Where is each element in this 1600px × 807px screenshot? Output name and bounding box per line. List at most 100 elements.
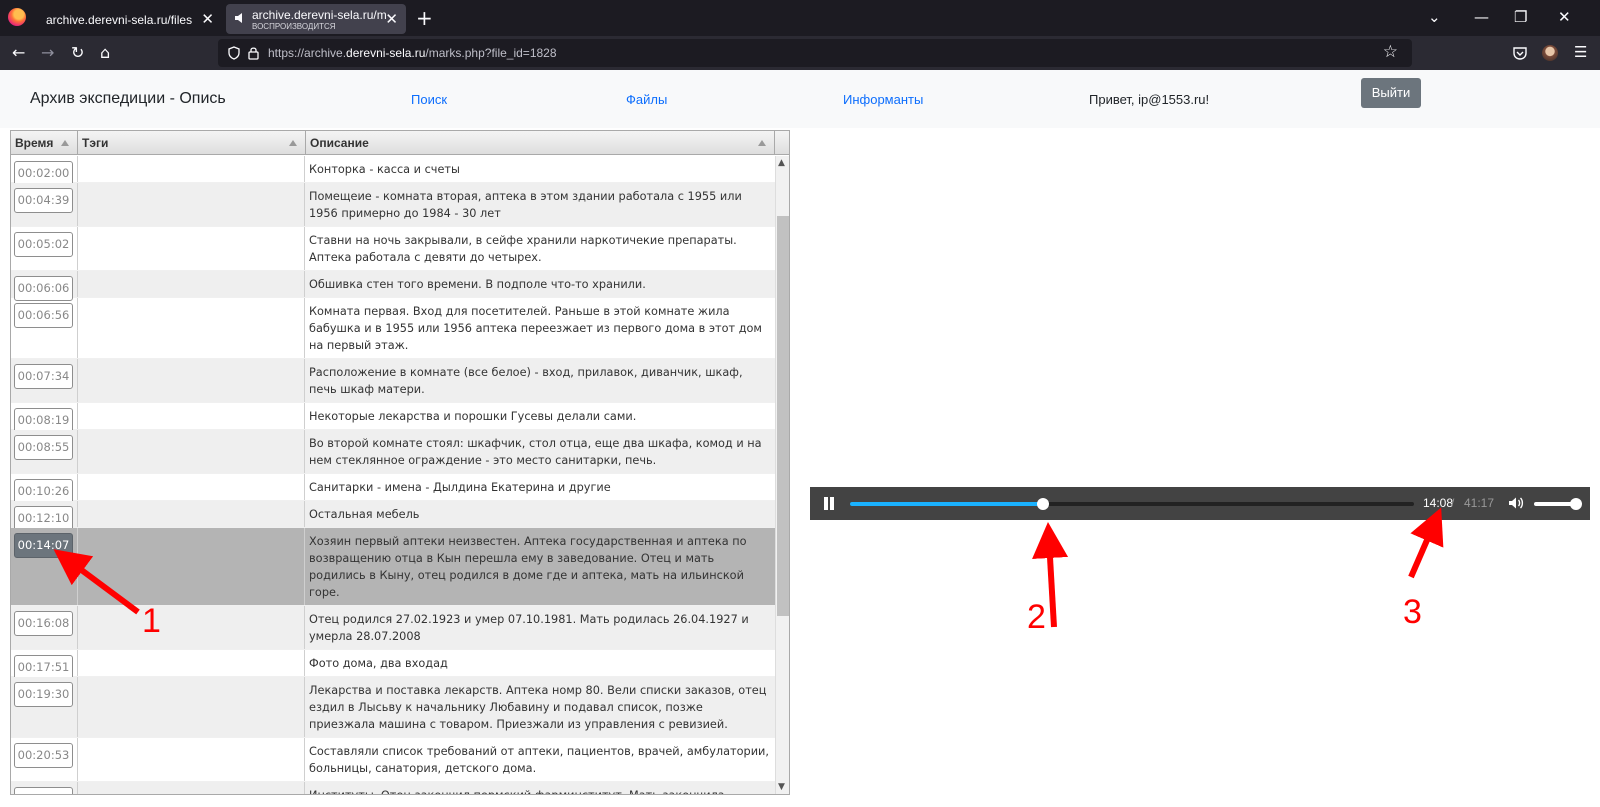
description-cell: Помещеие - комната вторая, аптека в этом… bbox=[309, 190, 742, 220]
logout-button[interactable]: Выйти bbox=[1361, 78, 1421, 108]
description-cell: Некоторые лекарства и порошки Гусевы дел… bbox=[309, 410, 637, 423]
sort-icon[interactable] bbox=[289, 140, 297, 146]
tags-cell bbox=[78, 650, 305, 676]
description-cell: Конторка - касса и счеты bbox=[309, 163, 460, 176]
close-icon[interactable]: ✕ bbox=[201, 10, 214, 28]
tags-cell bbox=[78, 183, 305, 226]
url-text: https://archive.derevni-sela.ru/marks.ph… bbox=[268, 46, 557, 60]
restore-icon[interactable]: ❐ bbox=[1514, 8, 1527, 26]
time-button[interactable]: 00:19:30 bbox=[14, 682, 73, 707]
forward-icon[interactable]: → bbox=[41, 43, 54, 62]
table-row: 00:06:06 Обшивка стен того времени. В под… bbox=[11, 271, 775, 301]
table-body: 00:02:00 Конторка - касса и счеты 00:04:3… bbox=[11, 156, 775, 794]
back-icon[interactable]: ← bbox=[12, 43, 25, 62]
avatar[interactable] bbox=[1542, 45, 1558, 61]
table-row: 00:23:19 Институты. Отец закончил пермски… bbox=[11, 782, 775, 794]
annotation-label: 1 bbox=[142, 602, 161, 640]
tab-marks[interactable]: archive.derevni-sela.ru/marks.php ВОСПРО… bbox=[226, 4, 406, 34]
menu-icon[interactable]: ☰ bbox=[1574, 43, 1587, 61]
description-cell: Лекарства и поставка лекарств. Аптека но… bbox=[309, 684, 767, 731]
time-button[interactable]: 00:20:53 bbox=[14, 743, 73, 768]
time-button[interactable]: 00:06:56 bbox=[14, 303, 73, 328]
firefox-icon bbox=[8, 8, 26, 26]
scrollbar-thumb[interactable] bbox=[777, 216, 789, 616]
close-window-icon[interactable]: ✕ bbox=[1558, 8, 1571, 26]
column-header-tags[interactable]: Тэги bbox=[78, 131, 306, 155]
tags-cell bbox=[78, 782, 305, 794]
tags-cell bbox=[78, 501, 305, 527]
time-button[interactable]: 00:04:39 bbox=[14, 188, 73, 213]
page-title[interactable]: Архив экспедиции - Опись bbox=[30, 90, 226, 108]
duration: 41:17 bbox=[1464, 496, 1495, 510]
volume-icon[interactable] bbox=[1508, 496, 1524, 510]
table-row: 00:20:53 Составляли список требований от … bbox=[11, 738, 775, 782]
progress-track[interactable] bbox=[850, 498, 1414, 510]
address-bar[interactable]: https://archive.derevni-sela.ru/marks.ph… bbox=[218, 39, 1412, 67]
description-cell: Составляли список требований от аптеки, … bbox=[309, 745, 769, 775]
new-tab-icon[interactable]: + bbox=[416, 6, 433, 30]
tab-title: archive.derevni-sela.ru/files.php bbox=[46, 13, 192, 27]
tags-cell bbox=[78, 156, 305, 182]
table-scrollbar[interactable]: ▲ ▼ bbox=[775, 156, 789, 794]
table-row: 00:06:56 Комната первая. Вход для посетит… bbox=[11, 298, 775, 359]
chevron-down-icon[interactable]: ⌄ bbox=[1428, 8, 1441, 26]
nav-link-files[interactable]: Файлы bbox=[626, 92, 667, 107]
description-cell: Расположение в комнате (все белое) - вхо… bbox=[309, 366, 743, 396]
chevron-up-icon[interactable]: ▲ bbox=[778, 158, 785, 168]
time-button[interactable]: 00:23:19 bbox=[14, 787, 73, 794]
sort-icon[interactable] bbox=[61, 140, 69, 146]
table-row: 00:07:34 Расположение в комнате (все бело… bbox=[11, 359, 775, 403]
tags-cell bbox=[78, 227, 305, 270]
description-cell: Институты. Отец закончил пермский фармин… bbox=[306, 782, 775, 794]
tags-cell bbox=[78, 677, 305, 737]
table-row: 00:12:10 Остальная мебель bbox=[11, 501, 775, 531]
tab-files[interactable]: archive.derevni-sela.ru/files.php ✕ bbox=[34, 4, 222, 34]
description-cell: Отец родился 27.02.1923 и умер 07.10.198… bbox=[309, 613, 749, 643]
time-separator: / bbox=[1451, 496, 1455, 510]
chevron-down-icon[interactable]: ▼ bbox=[778, 782, 785, 792]
nav-link-search[interactable]: Поиск bbox=[411, 92, 447, 107]
tags-cell bbox=[78, 738, 305, 781]
lock-icon[interactable] bbox=[248, 46, 259, 60]
annotation-label: 2 bbox=[1027, 598, 1046, 636]
tab-title: archive.derevni-sela.ru/marks.php bbox=[252, 8, 387, 22]
description-cell: Санитарки - имена - Дылдина Екатерина и … bbox=[309, 481, 611, 494]
pocket-icon[interactable] bbox=[1512, 45, 1528, 61]
shield-icon[interactable] bbox=[228, 46, 240, 60]
table-row-selected: 00:14:07 Хозяин первый аптеки неизвестен.… bbox=[11, 528, 775, 606]
star-bookmark-icon[interactable]: ☆ bbox=[1383, 42, 1398, 62]
reload-icon[interactable]: ↻ bbox=[71, 43, 84, 62]
table-row: 00:10:26 Санитарки - имена - Дылдина Екат… bbox=[11, 474, 775, 504]
table-row: 00:19:30 Лекарства и поставка лекарств. А… bbox=[11, 677, 775, 738]
table-header: Время Тэги Описание bbox=[11, 131, 789, 155]
description-cell: Фото дома, два входад bbox=[309, 657, 448, 670]
time-button[interactable]: 00:16:08 bbox=[14, 611, 73, 636]
sort-icon[interactable] bbox=[758, 140, 766, 146]
time-button[interactable]: 00:08:55 bbox=[14, 435, 73, 460]
progress-handle[interactable] bbox=[1036, 498, 1049, 510]
tags-cell bbox=[78, 403, 305, 429]
table-row: 00:08:55 Во второй комнате стоял: шкафчик… bbox=[11, 430, 775, 474]
time-button[interactable]: 00:07:34 bbox=[14, 364, 73, 389]
volume-slider[interactable] bbox=[1534, 498, 1582, 510]
annotation-arrow bbox=[1408, 507, 1444, 579]
audio-player: 14:08 / 41:17 bbox=[810, 487, 1590, 520]
home-icon[interactable]: ⌂ bbox=[100, 43, 110, 62]
column-header-time[interactable]: Время bbox=[11, 131, 78, 155]
time-button-active[interactable]: 00:14:07 bbox=[14, 533, 73, 558]
speaker-icon[interactable] bbox=[234, 11, 246, 25]
table-row: 00:08:19 Некоторые лекарства и порошки Гу… bbox=[11, 403, 775, 433]
user-greeting: Привет, ip@1553.ru! bbox=[1089, 92, 1210, 107]
description-cell: Обшивка стен того времени. В подполе что… bbox=[309, 278, 646, 291]
pause-icon[interactable] bbox=[822, 497, 836, 511]
time-button[interactable]: 00:05:02 bbox=[14, 232, 73, 257]
tags-cell bbox=[78, 298, 305, 358]
close-icon[interactable]: ✕ bbox=[385, 10, 398, 28]
column-header-description[interactable]: Описание bbox=[306, 131, 775, 155]
nav-link-informants[interactable]: Информанты bbox=[843, 92, 923, 107]
tags-cell bbox=[78, 271, 305, 297]
tags-cell bbox=[78, 528, 305, 605]
volume-handle[interactable] bbox=[1570, 498, 1582, 510]
table-row: 00:17:51 Фото дома, два входад bbox=[11, 650, 775, 680]
minimize-icon[interactable]: — bbox=[1474, 8, 1489, 26]
